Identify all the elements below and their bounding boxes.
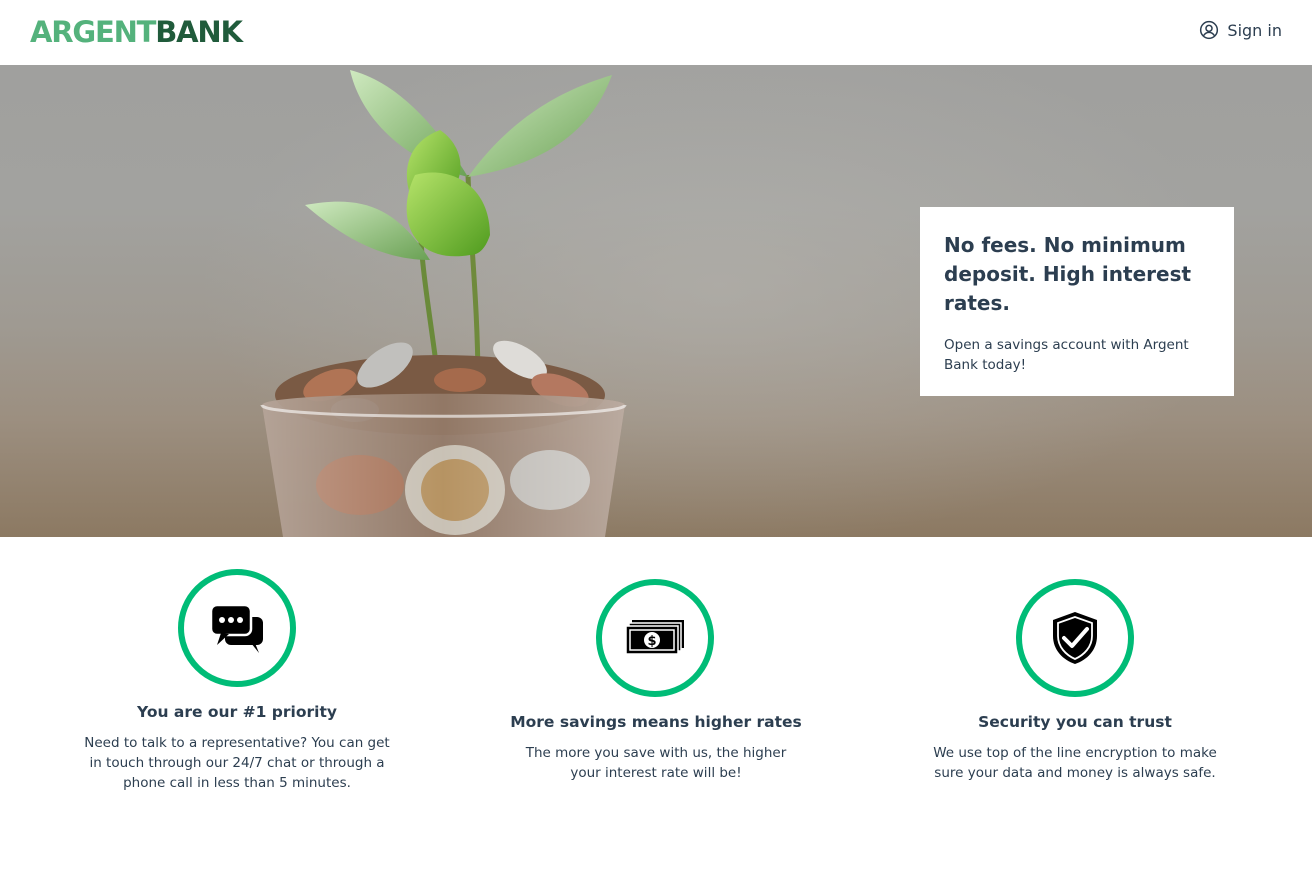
logo[interactable]: ARGENT BANK (30, 15, 243, 49)
feature-text: We use top of the line encryption to mak… (933, 745, 1217, 781)
hero-title: No fees. No minimum deposit. High intere… (944, 233, 1192, 315)
feature-icon-ring: $ (596, 579, 714, 697)
user-circle-icon (1200, 20, 1219, 40)
feature-icon-ring (178, 569, 296, 687)
logo-argent: ARGENT (30, 15, 156, 49)
security-shield-icon (1053, 612, 1097, 664)
money-icon: $ (625, 620, 684, 655)
sign-in-link[interactable]: Sign in (1199, 20, 1282, 40)
feature-text: Need to talk to a representative? You ca… (84, 735, 390, 791)
main-nav: ARGENT BANK Sign in (0, 0, 1312, 65)
feature-text: The more you save with us, the higher yo… (525, 745, 787, 781)
feature-title: More savings means higher rates (510, 713, 802, 731)
feature-title: You are our #1 priority (137, 703, 337, 721)
logo-bank: BANK (155, 15, 243, 49)
svg-text:$: $ (647, 634, 656, 649)
sign-in-label: Sign in (1227, 20, 1282, 40)
feature-title: Security you can trust (978, 713, 1172, 731)
hero-subtitle: Open a savings account with Argent Bank … (944, 337, 1189, 373)
feature-icon-ring (1016, 579, 1134, 697)
hero-promo-card: No fees. No minimum deposit. High intere… (920, 207, 1234, 396)
chat-icon (209, 603, 263, 653)
features-section: You are our #1 priority Need to talk to … (0, 537, 1312, 880)
hero-banner: No fees. No minimum deposit. High intere… (0, 65, 1312, 537)
